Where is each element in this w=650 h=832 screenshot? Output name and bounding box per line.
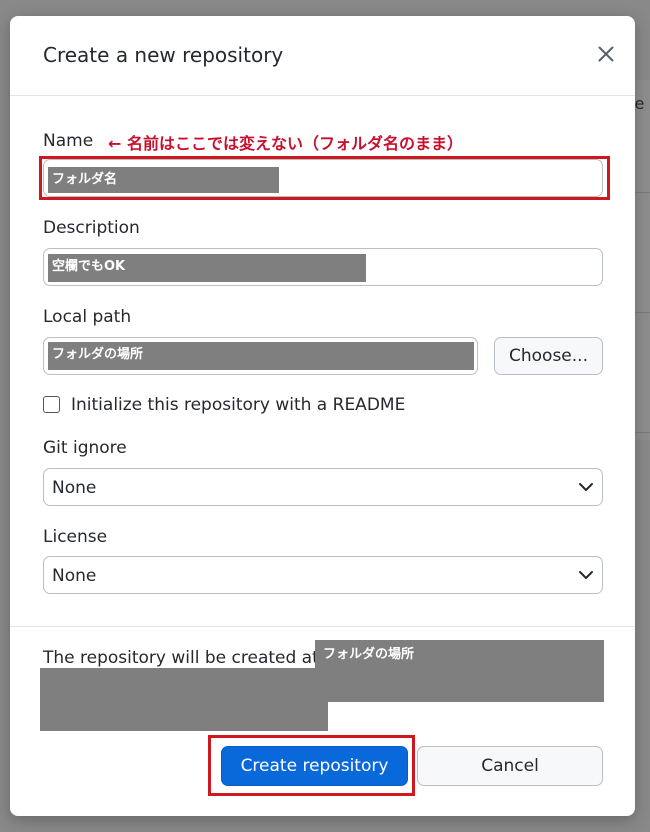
name-annotation: ← 名前はここでは変えない（フォルダ名のまま） <box>108 134 463 153</box>
git-ignore-label: Git ignore <box>43 438 127 458</box>
local-path-input[interactable]: フォルダの場所 <box>43 337 478 375</box>
local-path-value-redacted: フォルダの場所 <box>48 342 474 370</box>
chevron-down-icon <box>579 571 593 579</box>
dialog-title: Create a new repository <box>43 43 284 67</box>
description-label: Description <box>43 218 140 238</box>
license-selected-value: None <box>52 566 97 586</box>
name-input[interactable]: フォルダ名 <box>43 159 603 197</box>
name-value-redacted: フォルダ名 <box>48 167 279 193</box>
dialog-header: Create a new repository <box>10 16 635 96</box>
git-ignore-selected-value: None <box>52 478 97 498</box>
local-path-label: Local path <box>43 307 132 327</box>
created-at-text: The repository will be created at <box>43 648 319 668</box>
description-input[interactable]: 空欄でもOK <box>43 248 603 286</box>
license-select[interactable]: None <box>43 556 603 594</box>
cancel-button[interactable]: Cancel <box>417 746 603 786</box>
create-repository-dialog: Create a new repository Name ← 名前はここでは変え… <box>10 16 635 816</box>
close-button[interactable] <box>594 42 618 66</box>
created-at-value-redacted: フォルダの場所 <box>315 640 604 702</box>
readme-label[interactable]: Initialize this repository with a README <box>71 395 405 415</box>
chevron-down-icon <box>579 483 593 491</box>
license-label: License <box>43 527 108 547</box>
footer-divider <box>10 626 635 627</box>
choose-button[interactable]: Choose... <box>494 337 603 375</box>
description-value-redacted: 空欄でもOK <box>48 254 366 282</box>
create-repository-button[interactable]: Create repository <box>221 746 408 786</box>
git-ignore-select[interactable]: None <box>43 468 603 506</box>
readme-checkbox[interactable] <box>43 396 60 413</box>
name-label: Name <box>43 131 94 151</box>
created-at-value-redacted-continuation <box>40 668 328 731</box>
close-icon <box>598 46 614 62</box>
